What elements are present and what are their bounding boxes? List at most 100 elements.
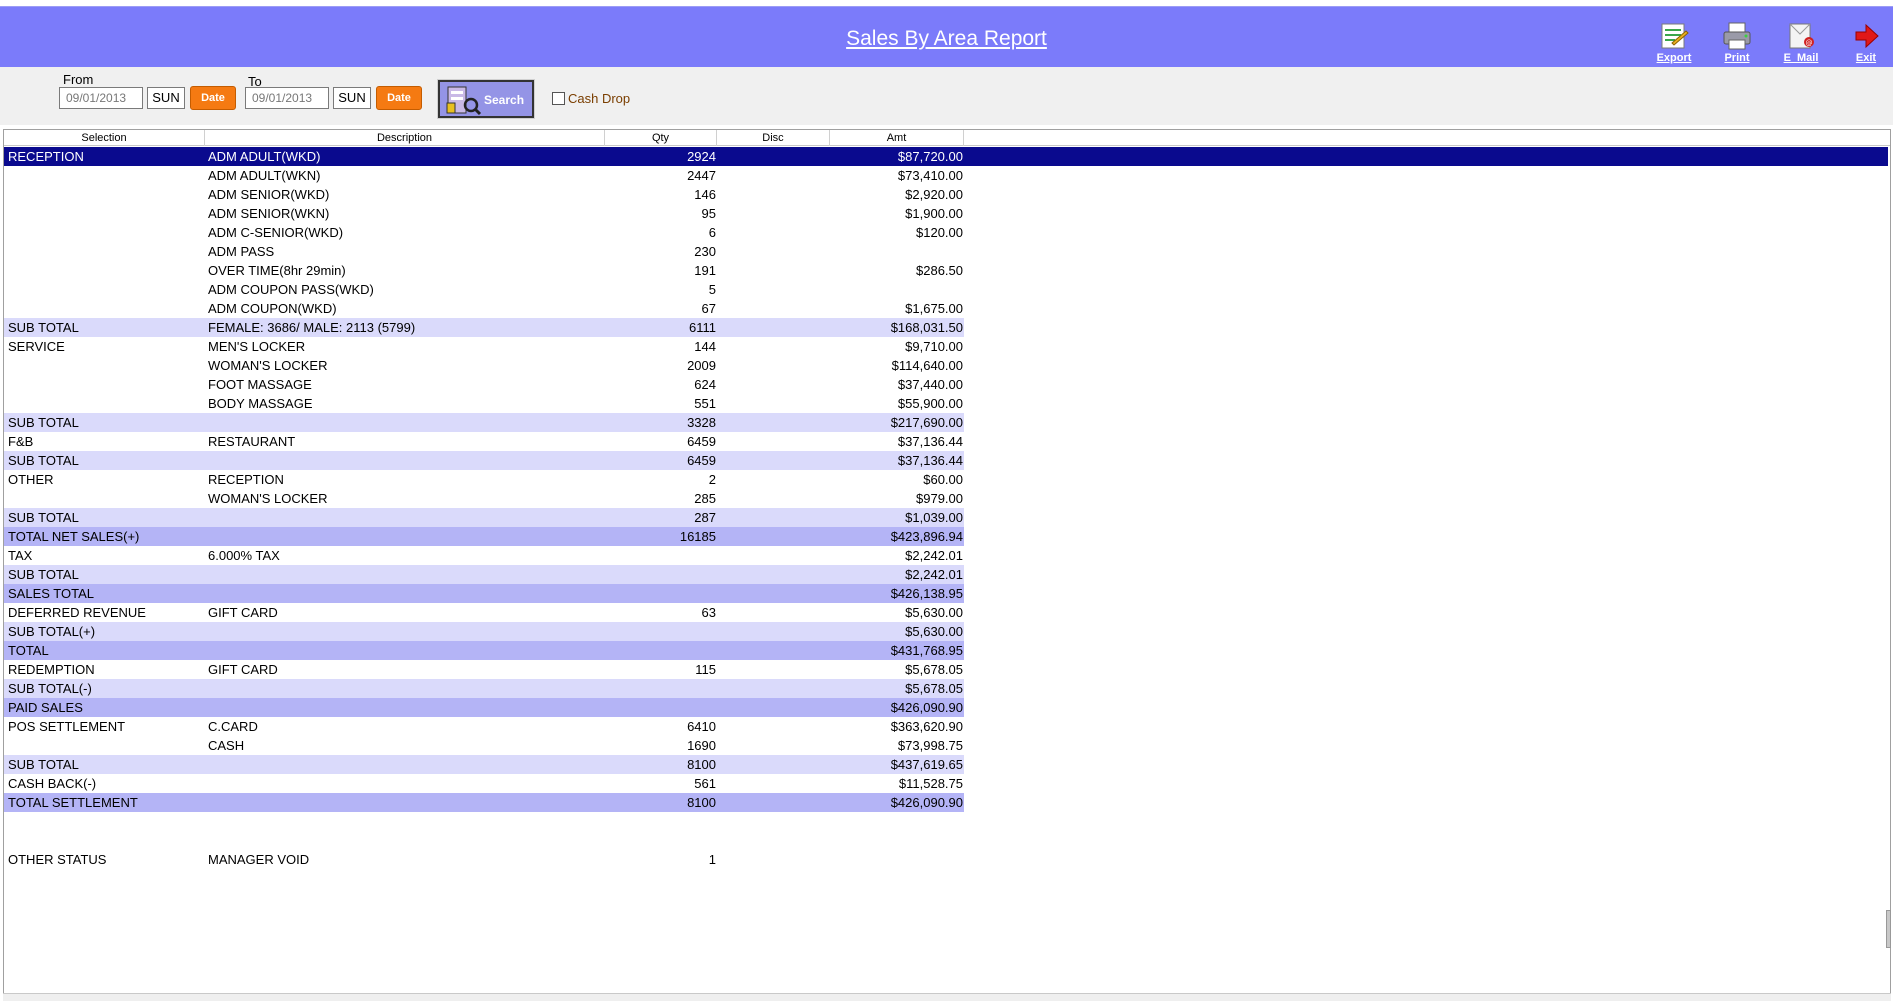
cell-qty: 6459 <box>687 434 716 449</box>
cell-amt: $2,242.01 <box>905 567 963 582</box>
cell-amt: $5,630.00 <box>905 605 963 620</box>
table-row[interactable]: SERVICE MEN'S LOCKER 144 $9,710.00 <box>4 337 964 356</box>
cell-amt: $426,090.90 <box>890 795 963 810</box>
to-date-button[interactable]: Date <box>376 86 422 110</box>
table-row[interactable]: TOTAL SETTLEMENT 8100 $426,090.90 <box>4 793 964 812</box>
table-row[interactable]: FOOT MASSAGE 624 $37,440.00 <box>4 375 964 394</box>
cell-selection: SUB TOTAL(-) <box>8 681 92 696</box>
cell-amt: $37,136.44 <box>897 453 963 468</box>
table-row[interactable]: SUB TOTAL FEMALE: 3686/ MALE: 2113 (5799)… <box>4 318 964 337</box>
table-row[interactable]: PAID SALES $426,090.90 <box>4 698 964 717</box>
table-row[interactable]: ADM COUPON PASS(WKD) 5 <box>4 280 964 299</box>
cell-disc <box>717 166 829 185</box>
grid-header: Selection Description Qty Disc Amt <box>4 130 1890 146</box>
cell-qty <box>606 698 716 717</box>
table-row[interactable]: CASH BACK(-) 561 $11,528.75 <box>4 774 964 793</box>
cell-description <box>208 793 604 812</box>
print-label: Print <box>1724 52 1750 64</box>
checkbox-box[interactable] <box>552 92 565 106</box>
cell-description: WOMAN'S LOCKER <box>208 491 328 506</box>
column-header-qty[interactable]: Qty <box>605 130 717 146</box>
table-row[interactable] <box>4 831 964 850</box>
table-row[interactable]: ADM ADULT(WKN) 2447 $73,410.00 <box>4 166 964 185</box>
table-row[interactable]: ADM C-SENIOR(WKD) 6 $120.00 <box>4 223 964 242</box>
cell-amt: $1,675.00 <box>905 301 963 316</box>
table-row[interactable]: SUB TOTAL 6459 $37,136.44 <box>4 451 964 470</box>
column-header-amt[interactable]: Amt <box>830 130 964 146</box>
exit-button[interactable]: Exit <box>1840 21 1892 69</box>
table-row[interactable]: SUB TOTAL 287 $1,039.00 <box>4 508 964 527</box>
export-button[interactable]: Export <box>1648 21 1700 69</box>
to-date-field[interactable]: 09/01/2013 <box>245 87 329 109</box>
cell-description <box>208 641 604 660</box>
cell-amt: $5,630.00 <box>905 624 963 639</box>
cell-amt: $73,998.75 <box>897 738 963 753</box>
table-row[interactable]: OVER TIME(8hr 29min) 191 $286.50 <box>4 261 964 280</box>
table-row[interactable]: SALES TOTAL $426,138.95 <box>4 584 964 603</box>
table-row[interactable]: TOTAL $431,768.95 <box>4 641 964 660</box>
table-row[interactable]: WOMAN'S LOCKER 2009 $114,640.00 <box>4 356 964 375</box>
table-row[interactable]: TAX 6.000% TAX $2,242.01 <box>4 546 964 565</box>
from-date-field[interactable]: 09/01/2013 <box>59 87 143 109</box>
table-row[interactable]: ADM SENIOR(WKD) 146 $2,920.00 <box>4 185 964 204</box>
cell-selection: SUB TOTAL <box>8 453 79 468</box>
cell-qty <box>606 831 716 850</box>
cell-disc <box>717 261 829 280</box>
table-row[interactable]: ADM PASS 230 <box>4 242 964 261</box>
table-row[interactable]: REDEMPTION GIFT CARD 115 $5,678.05 <box>4 660 964 679</box>
table-row[interactable]: ADM COUPON(WKD) 67 $1,675.00 <box>4 299 964 318</box>
cell-qty: 287 <box>694 510 716 525</box>
horizontal-scrollbar[interactable] <box>3 993 1891 1001</box>
cell-description: FOOT MASSAGE <box>208 377 312 392</box>
table-row[interactable]: F&B RESTAURANT 6459 $37,136.44 <box>4 432 964 451</box>
table-row[interactable]: TOTAL NET SALES(+) 16185 $423,896.94 <box>4 527 964 546</box>
column-header-description[interactable]: Description <box>205 130 605 146</box>
report-grid[interactable]: Selection Description Qty Disc Amt RECEP… <box>3 129 1891 995</box>
cell-description <box>208 812 604 831</box>
table-row[interactable]: SUB TOTAL(+) $5,630.00 <box>4 622 964 641</box>
cell-selection <box>8 204 204 223</box>
table-row[interactable]: SUB TOTAL 8100 $437,619.65 <box>4 755 964 774</box>
from-date-button[interactable]: Date <box>190 86 236 110</box>
table-row[interactable]: BODY MASSAGE 551 $55,900.00 <box>4 394 964 413</box>
table-row-selected[interactable]: RECEPTION ADM ADULT(WKD) 2924 $87,720.00 <box>4 147 1888 166</box>
cell-description: MEN'S LOCKER <box>208 339 306 354</box>
cash-drop-checkbox[interactable]: Cash Drop <box>552 90 630 106</box>
cell-qty: 2 <box>708 472 716 487</box>
cell-qty: 144 <box>694 339 716 354</box>
column-header-disc[interactable]: Disc <box>717 130 830 146</box>
cell-disc <box>717 223 829 242</box>
cell-selection <box>8 356 204 375</box>
table-row[interactable]: OTHER RECEPTION 2 $60.00 <box>4 470 964 489</box>
table-row[interactable] <box>4 812 964 831</box>
table-row[interactable]: POS SETTLEMENT C.CARD 6410 $363,620.90 <box>4 717 964 736</box>
cell-qty: 16185 <box>679 529 716 544</box>
cell-selection: SUB TOTAL <box>8 415 79 430</box>
print-button[interactable]: Print <box>1711 21 1763 69</box>
cell-disc <box>717 527 829 546</box>
cell-description: MANAGER VOID <box>208 852 310 867</box>
email-button[interactable]: @ E_Mail <box>1775 21 1827 69</box>
column-header-selection[interactable]: Selection <box>4 130 205 146</box>
cell-selection: SUB TOTAL(+) <box>8 624 96 639</box>
vertical-scrollbar-thumb[interactable] <box>1886 910 1891 948</box>
cell-disc <box>717 185 829 204</box>
cell-selection <box>8 489 204 508</box>
cell-disc <box>717 736 829 755</box>
cell-disc <box>717 850 829 869</box>
cell-qty <box>606 641 716 660</box>
table-row[interactable]: WOMAN'S LOCKER 285 $979.00 <box>4 489 964 508</box>
table-row[interactable]: CASH 1690 $73,998.75 <box>4 736 964 755</box>
cell-qty: 6111 <box>689 320 716 335</box>
table-row[interactable]: ADM SENIOR(WKN) 95 $1,900.00 <box>4 204 964 223</box>
cell-selection <box>8 261 204 280</box>
cell-amt: $426,090.90 <box>890 700 963 715</box>
table-row[interactable]: SUB TOTAL $2,242.01 <box>4 565 964 584</box>
table-row[interactable]: SUB TOTAL(-) $5,678.05 <box>4 679 964 698</box>
table-row[interactable]: SUB TOTAL 3328 $217,690.00 <box>4 413 964 432</box>
cell-qty: 8100 <box>687 795 716 810</box>
table-row[interactable]: OTHER STATUS MANAGER VOID 1 <box>4 850 964 869</box>
table-row[interactable]: DEFERRED REVENUE GIFT CARD 63 $5,630.00 <box>4 603 964 622</box>
search-button[interactable]: Search <box>437 79 535 119</box>
cell-qty: 1690 <box>687 738 716 753</box>
